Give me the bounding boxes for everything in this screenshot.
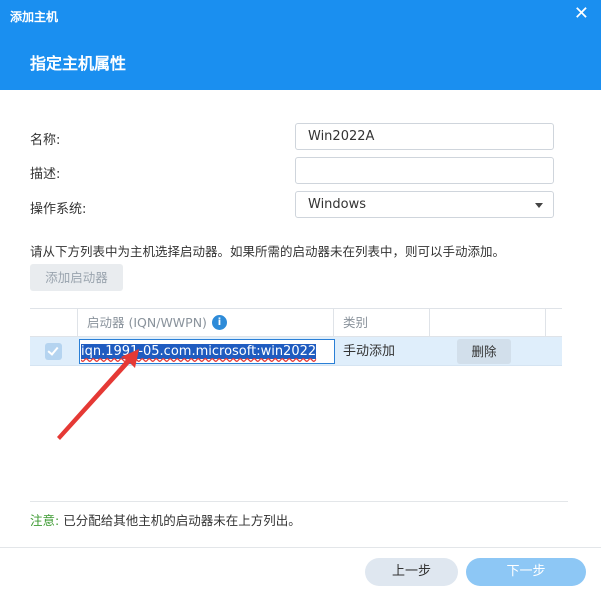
table-row[interactable]: iqn.1991-05.com.microsoft:win2022 手动添加 删… bbox=[30, 337, 562, 366]
checkmark-icon bbox=[47, 344, 59, 356]
note: 注意: 已分配给其他主机的启动器未在上方列出。 bbox=[30, 510, 301, 529]
row-checkbox[interactable] bbox=[45, 343, 62, 360]
next-button[interactable]: 下一步 bbox=[466, 558, 586, 586]
chevron-down-icon bbox=[535, 203, 543, 208]
initiator-hint: 请从下方列表中为主机选择启动器。如果所需的启动器未在列表中，则可以手动添加。 bbox=[30, 244, 506, 259]
header-initiator-label: 启动器 (IQN/WWPN) bbox=[87, 315, 207, 330]
add-initiator-button[interactable]: 添加启动器 bbox=[30, 264, 123, 291]
delete-button[interactable]: 删除 bbox=[457, 339, 511, 364]
header-initiator[interactable]: 启动器 (IQN/WWPN) i bbox=[78, 309, 334, 337]
previous-button[interactable]: 上一步 bbox=[365, 558, 458, 586]
table-header: 启动器 (IQN/WWPN) i 类别 bbox=[30, 308, 562, 337]
name-input[interactable]: Win2022A bbox=[295, 123, 554, 150]
note-prefix: 注意: bbox=[30, 513, 60, 528]
name-label: 名称: bbox=[30, 133, 61, 148]
os-label: 操作系统: bbox=[30, 202, 87, 217]
initiator-type: 手动添加 bbox=[343, 344, 396, 359]
description-input[interactable] bbox=[295, 157, 554, 184]
note-text: 已分配给其他主机的启动器未在上方列出。 bbox=[59, 513, 301, 528]
window-title: 添加主机 bbox=[10, 10, 59, 24]
os-select[interactable]: Windows bbox=[295, 191, 554, 218]
header-actions bbox=[430, 309, 546, 337]
dialog-footer: 上一步 下一步 bbox=[0, 547, 601, 589]
initiator-input[interactable]: iqn.1991-05.com.microsoft:win2022 bbox=[79, 339, 335, 364]
initiator-value: iqn.1991-05.com.microsoft:win2022 bbox=[81, 344, 317, 359]
initiator-table: 启动器 (IQN/WWPN) i 类别 iqn.1991-05.com.micro… bbox=[30, 308, 562, 366]
header-checkbox-column bbox=[30, 309, 78, 337]
close-icon[interactable]: ✕ bbox=[574, 5, 589, 23]
description-label: 描述: bbox=[30, 167, 61, 182]
divider bbox=[30, 501, 568, 502]
header-type[interactable]: 类别 bbox=[334, 309, 430, 337]
os-select-value: Windows bbox=[308, 197, 367, 212]
info-icon[interactable]: i bbox=[211, 315, 227, 330]
dialog-header: 添加主机 ✕ 指定主机属性 bbox=[0, 0, 601, 90]
step-title: 指定主机属性 bbox=[30, 54, 127, 73]
